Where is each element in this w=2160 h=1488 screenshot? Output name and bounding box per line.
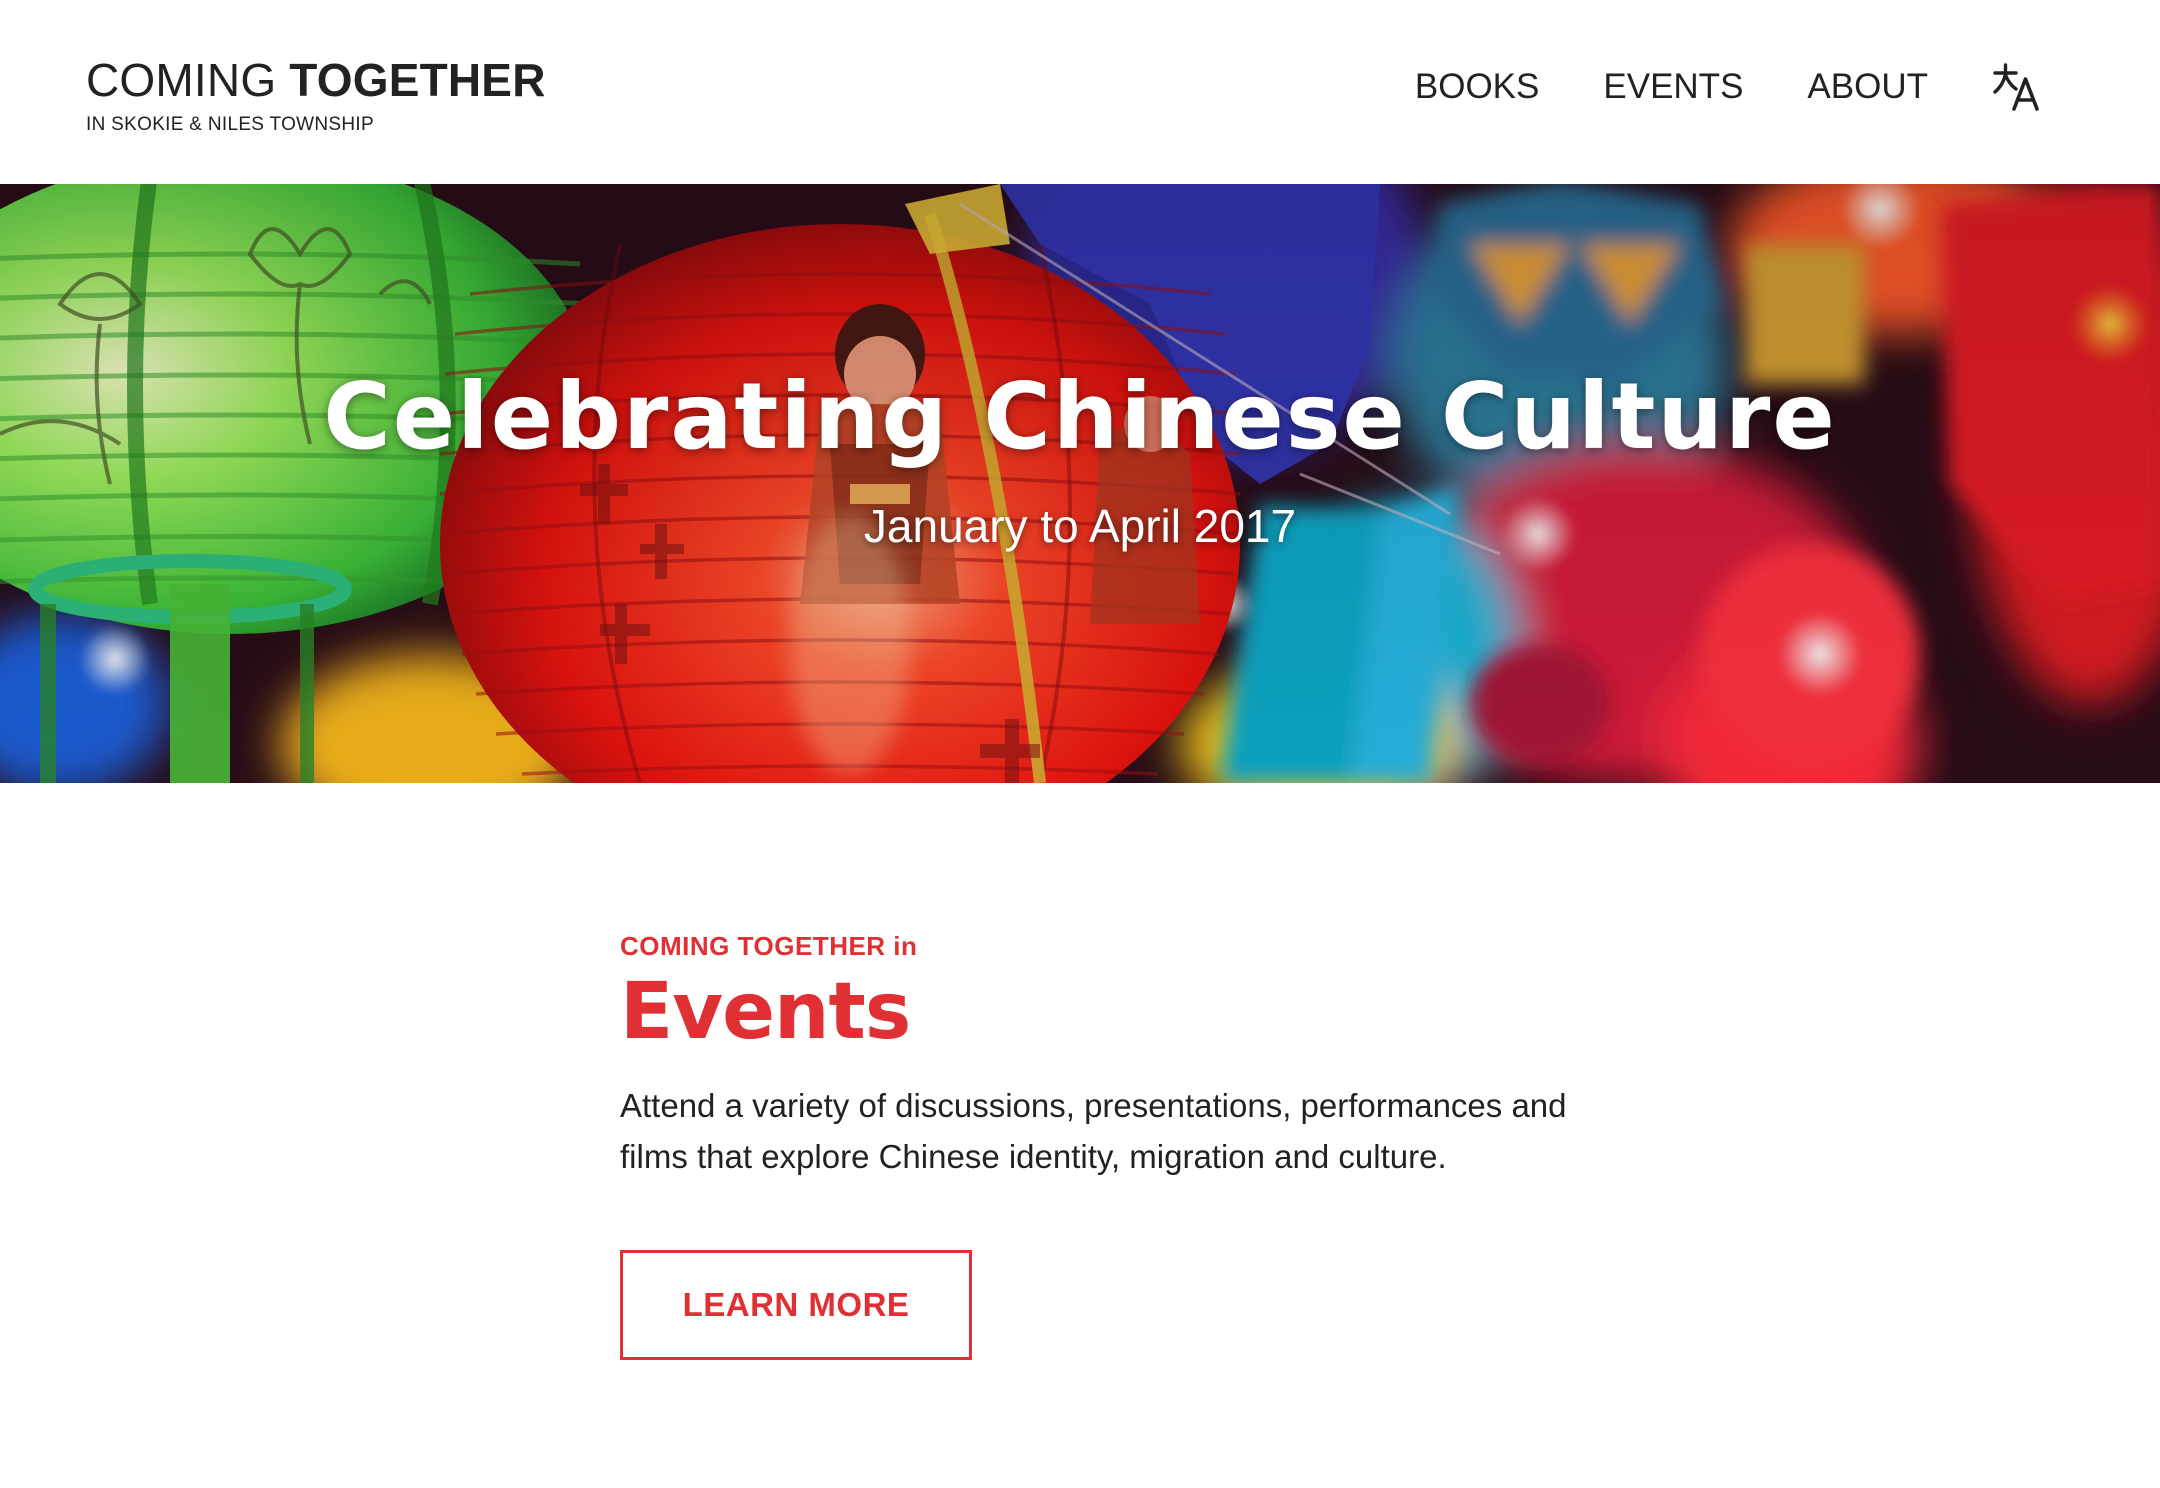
hero-banner: Celebrating Chinese Culture January to A…	[0, 184, 2160, 783]
nav-books[interactable]: BOOKS	[1415, 62, 1539, 112]
learn-more-button[interactable]: LEARN MORE	[620, 1250, 972, 1360]
logo-title: COMING TOGETHER	[86, 52, 546, 108]
hero-subtitle: January to April 2017	[863, 500, 1297, 552]
section-eyebrow: COMING TOGETHER in	[620, 931, 918, 961]
lanterns-photo	[0, 184, 2160, 783]
nav-events[interactable]: EVENTS	[1603, 62, 1743, 112]
main-nav: BOOKS EVENTS ABOUT	[1415, 62, 2042, 112]
section-description: Attend a variety of discussions, present…	[620, 1087, 1567, 1175]
events-section: COMING TOGETHER in Events Attend a varie…	[620, 930, 1620, 1360]
translate-icon[interactable]	[1992, 62, 2042, 112]
nav-about[interactable]: ABOUT	[1807, 62, 1928, 112]
logo-title-bold: TOGETHER	[289, 54, 546, 106]
hero-title: Celebrating Chinese Culture	[323, 363, 1837, 470]
site-header: COMING TOGETHER IN SKOKIE & NILES TOWNSH…	[0, 0, 2160, 184]
logo-subtitle: IN SKOKIE & NILES TOWNSHIP	[86, 114, 374, 135]
site-logo[interactable]: COMING TOGETHER IN SKOKIE & NILES TOWNSH…	[86, 52, 546, 136]
section-title: Events	[620, 967, 911, 1057]
logo-title-light: COMING	[86, 54, 290, 106]
translate-icon-graphic	[1993, 63, 2039, 111]
